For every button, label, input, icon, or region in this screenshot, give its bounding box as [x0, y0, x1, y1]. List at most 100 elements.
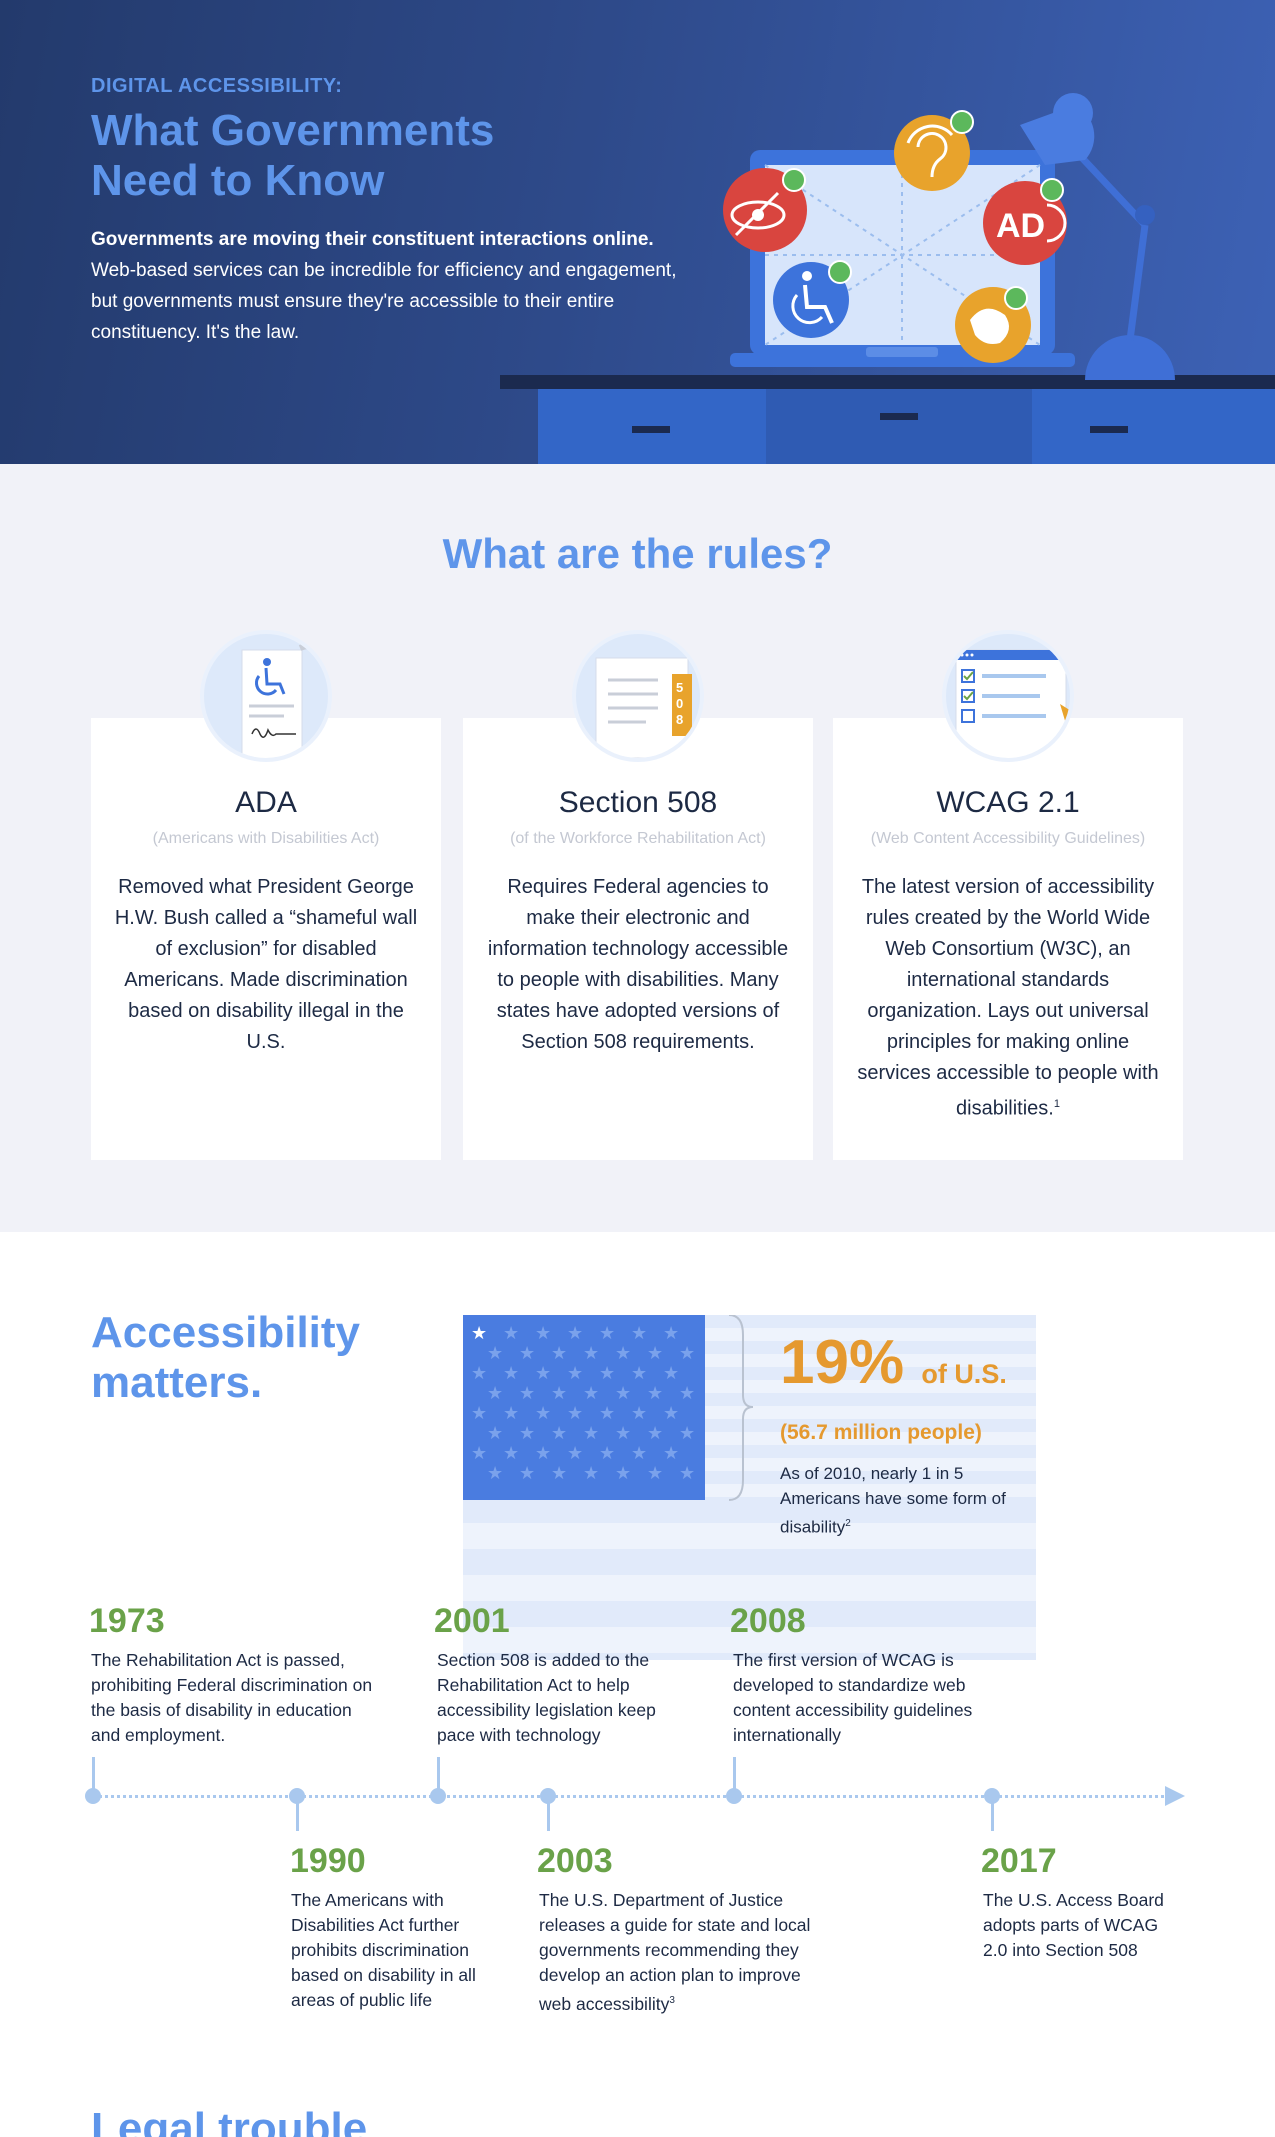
svg-text:★: ★	[551, 1423, 567, 1444]
svg-text:★: ★	[599, 1363, 615, 1384]
timeline-year-1990: 1990	[290, 1842, 366, 1880]
svg-text:★: ★	[679, 1463, 695, 1484]
stat-text-body: As of 2010, nearly 1 in 5 Americans have…	[780, 1464, 1006, 1537]
svg-text:★: ★	[583, 1343, 599, 1364]
svg-text:★: ★	[647, 1463, 663, 1484]
svg-text:★: ★	[647, 1423, 663, 1444]
svg-text:★: ★	[487, 1423, 503, 1444]
timeline-stem	[991, 1797, 994, 1831]
svg-text:★: ★	[471, 1443, 487, 1464]
footnote-marker: 1	[1053, 1098, 1060, 1110]
svg-text:★: ★	[535, 1363, 551, 1384]
timeline-stem	[733, 1757, 736, 1791]
timeline-text-2017: The U.S. Access Board adopts parts of WC…	[983, 1890, 1164, 1960]
card-subtitle: (Americans with Disabilities Act)	[152, 830, 380, 847]
svg-text:★: ★	[551, 1343, 567, 1364]
matters-title: Accessibility matters.	[91, 1308, 361, 1407]
timeline-axis	[92, 1795, 1177, 1798]
svg-text:★: ★	[487, 1463, 503, 1484]
svg-text:★: ★	[551, 1463, 567, 1484]
stat-text: As of 2010, nearly 1 in 5 Americans have…	[780, 1461, 1040, 1540]
timeline-year-1973: 1973	[89, 1602, 165, 1640]
timeline-year-2003: 2003	[537, 1842, 613, 1880]
legal-title: Legal trouble	[91, 2104, 368, 2137]
checklist-browser-icon	[942, 630, 1074, 762]
svg-text:★: ★	[567, 1443, 583, 1464]
svg-text:★: ★	[567, 1403, 583, 1424]
svg-text:★: ★	[647, 1383, 663, 1404]
svg-text:★: ★	[663, 1443, 679, 1464]
section-508-document-icon: 5 0 8	[572, 630, 704, 762]
card-body: Requires Federal agencies to make their …	[487, 876, 789, 1053]
svg-text:AD: AD	[996, 207, 1045, 245]
svg-text:★: ★	[615, 1463, 631, 1484]
svg-text:★: ★	[631, 1363, 647, 1384]
timeline-stem	[92, 1757, 95, 1791]
timeline-text-2003: The U.S. Department of Justice releases …	[539, 1888, 829, 2017]
disability-stat: 19% of U.S. (56.7 million people) As of …	[780, 1328, 1040, 1540]
svg-text:★: ★	[519, 1383, 535, 1404]
stat-percent: 19%	[780, 1328, 905, 1397]
wheelchair-document-icon	[200, 630, 332, 762]
section-508-tab: 5	[676, 680, 683, 695]
card-subtitle: (of the Workforce Rehabilitation Act)	[510, 830, 766, 847]
svg-text:★: ★	[583, 1423, 599, 1444]
timeline-text-1990: The Americans with Disabilities Act furt…	[291, 1890, 476, 2010]
svg-text:0: 0	[676, 696, 683, 711]
svg-text:★: ★	[631, 1323, 647, 1344]
eye-slash-icon	[723, 168, 807, 252]
timeline-year-2017: 2017	[981, 1842, 1057, 1880]
card-ada: ADA (Americans with Disabilities Act) Re…	[91, 718, 441, 1160]
card-subtitle: (Web Content Accessibility Guidelines)	[870, 830, 1146, 847]
footnote-marker: 3	[669, 1995, 675, 2006]
card-title: ADA	[235, 786, 297, 819]
svg-text:★: ★	[567, 1363, 583, 1384]
svg-text:★: ★	[551, 1383, 567, 1404]
timeline-stem	[296, 1797, 299, 1831]
desk	[500, 375, 1275, 464]
sign-language-icon	[955, 286, 1031, 363]
svg-text:★: ★	[631, 1403, 647, 1424]
timeline-dot	[726, 1788, 742, 1804]
timeline-text-2008: The first version of WCAG is developed t…	[733, 1650, 973, 1745]
svg-text:★: ★	[663, 1403, 679, 1424]
hero-eyebrow: DIGITAL ACCESSIBILITY:	[91, 75, 343, 97]
svg-text:★: ★	[519, 1423, 535, 1444]
svg-text:★: ★	[487, 1343, 503, 1364]
stat-suffix: of U.S.	[921, 1359, 1007, 1389]
svg-text:★: ★	[471, 1323, 487, 1344]
card-body: The latest version of accessibility rule…	[855, 872, 1161, 1125]
svg-text:★: ★	[647, 1343, 663, 1364]
svg-text:8: 8	[676, 712, 683, 727]
timeline-year-2001: 2001	[434, 1602, 510, 1640]
svg-text:★: ★	[663, 1363, 679, 1384]
svg-text:★: ★	[535, 1443, 551, 1464]
timeline-stem	[547, 1797, 550, 1831]
svg-text:★: ★	[615, 1383, 631, 1404]
stat-people: (56.7 million people)	[780, 1421, 982, 1444]
footnote-marker: 2	[845, 1518, 851, 1529]
card-section-508: Section 508 (of the Workforce Rehabilita…	[463, 718, 813, 1160]
svg-text:★: ★	[679, 1343, 695, 1364]
svg-text:★: ★	[471, 1403, 487, 1424]
card-body-text: The latest version of accessibility rule…	[857, 876, 1159, 1120]
svg-text:★: ★	[487, 1383, 503, 1404]
card-title: WCAG 2.1	[936, 786, 1080, 819]
svg-text:★: ★	[519, 1463, 535, 1484]
timeline-dot	[430, 1788, 446, 1804]
timeline-dot	[85, 1788, 101, 1804]
stat-value: 19% of U.S.	[780, 1328, 1040, 1409]
timeline-text-2001: Section 508 is added to the Rehabilitati…	[437, 1650, 656, 1745]
card-title: Section 508	[558, 786, 718, 819]
svg-text:★: ★	[535, 1323, 551, 1344]
svg-text:★: ★	[615, 1343, 631, 1364]
svg-text:★: ★	[679, 1383, 695, 1404]
svg-text:★: ★	[583, 1463, 599, 1484]
rules-title: What are the rules?	[442, 530, 833, 577]
svg-text:★: ★	[599, 1323, 615, 1344]
svg-text:★: ★	[679, 1423, 695, 1444]
timeline-year-2008: 2008	[730, 1602, 806, 1640]
svg-text:★: ★	[583, 1383, 599, 1404]
card-body: Removed what President George H.W. Bush …	[114, 876, 418, 1053]
svg-text:★: ★	[471, 1363, 487, 1384]
